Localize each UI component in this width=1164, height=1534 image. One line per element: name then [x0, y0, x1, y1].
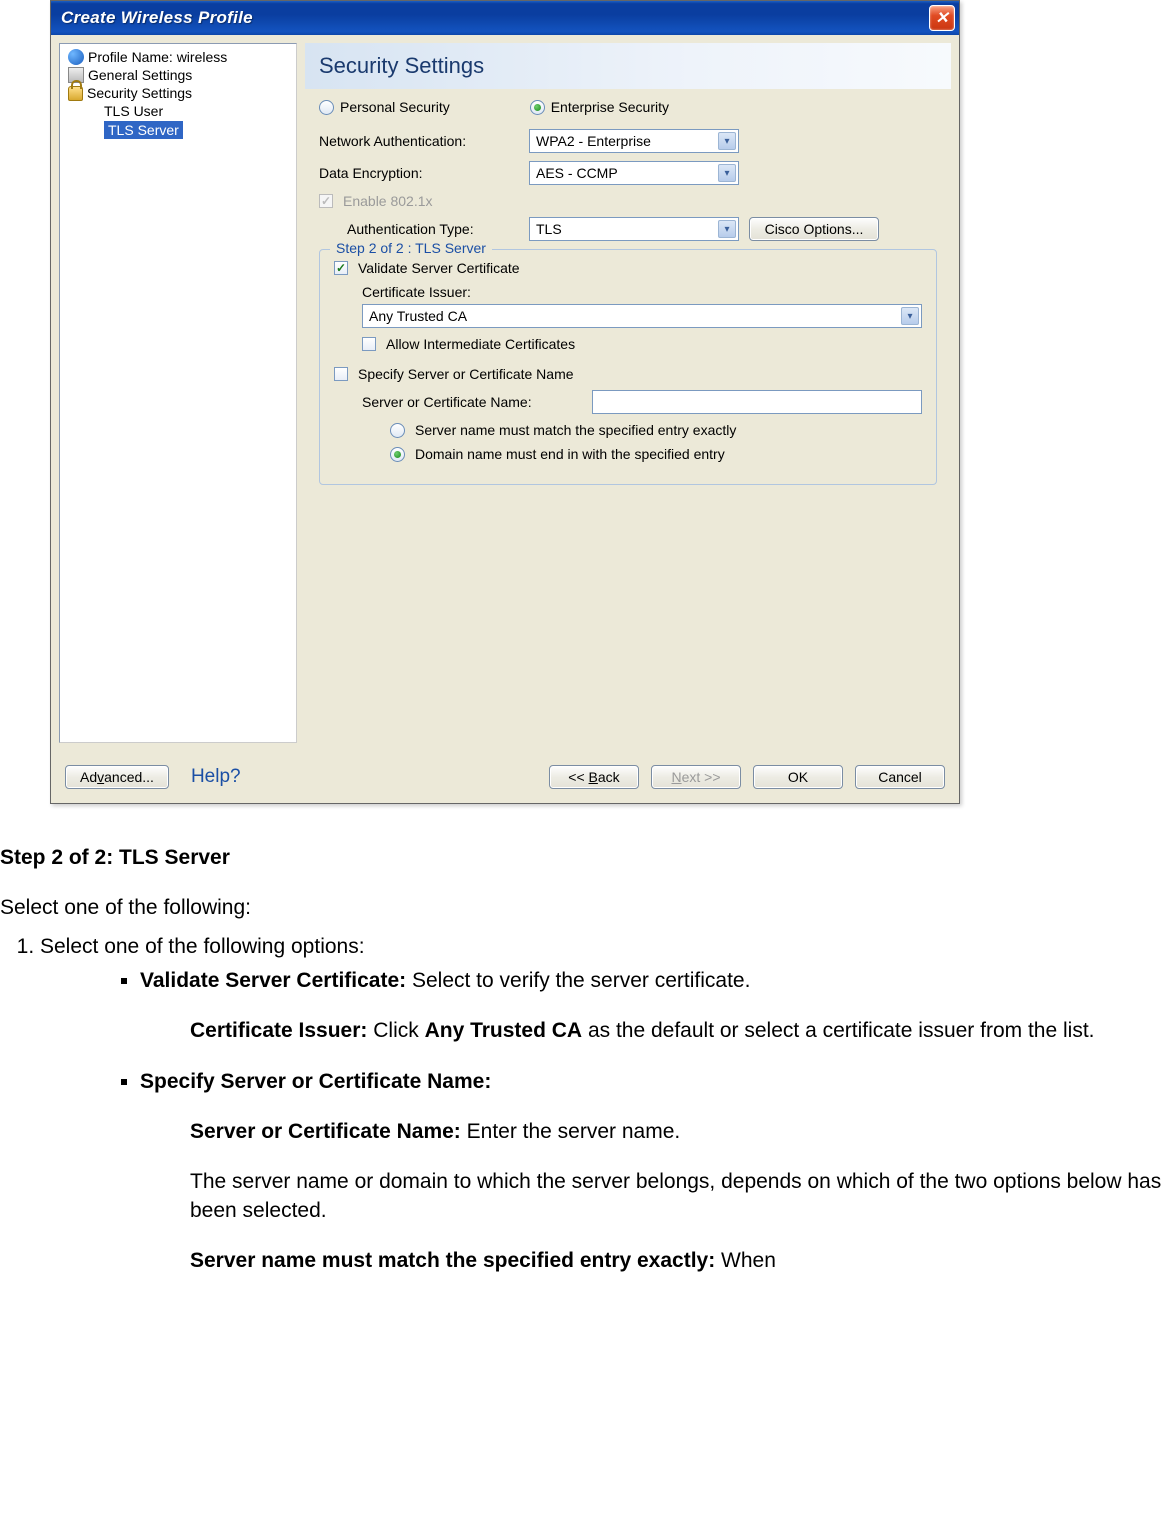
radio-enterprise-security[interactable]: Enterprise Security: [530, 99, 669, 115]
auth-type-select[interactable]: TLS ▾: [529, 217, 739, 241]
doc-text: When: [715, 1249, 776, 1272]
list-item: Specify Server or Certificate Name: Serv…: [140, 1068, 1164, 1276]
allow-intermediate-checkbox[interactable]: [362, 337, 376, 351]
doc-bold: Certificate Issuer:: [190, 1019, 367, 1042]
doc-bold: Validate Server Certificate:: [140, 969, 406, 992]
tree-item-profile-name[interactable]: Profile Name: wireless: [64, 48, 292, 66]
content-pane: Security Settings Personal Security Ente…: [305, 43, 951, 743]
chevron-down-icon: ▾: [718, 220, 736, 238]
chevron-down-icon: ▾: [718, 132, 736, 150]
enable-8021x-checkbox: [319, 194, 333, 208]
radio-icon: [530, 100, 545, 115]
match-exact-label: Server name must match the specified ent…: [415, 422, 736, 438]
select-value: TLS: [536, 221, 562, 237]
fieldset-legend: Step 2 of 2 : TLS Server: [330, 240, 492, 256]
network-auth-select[interactable]: WPA2 - Enterprise ▾: [529, 129, 739, 153]
specify-name-checkbox[interactable]: [334, 367, 348, 381]
chevron-down-icon: ▾: [718, 164, 736, 182]
tree-item-security-settings[interactable]: Security Settings: [64, 84, 292, 102]
tree-label: Security Settings: [87, 85, 192, 101]
tree-item-general-settings[interactable]: General Settings: [64, 66, 292, 84]
doc-text: Click: [367, 1019, 424, 1042]
tree-label-selected: TLS Server: [104, 121, 183, 139]
navigation-tree: Profile Name: wireless General Settings …: [59, 43, 297, 743]
select-value: Any Trusted CA: [369, 308, 467, 324]
radio-label: Enterprise Security: [551, 99, 669, 115]
document-body: Step 2 of 2: TLS Server Select one of th…: [0, 844, 1164, 1275]
select-value: AES - CCMP: [536, 165, 618, 181]
list-item: Select one of the following options: Val…: [40, 933, 1164, 1276]
tree-item-tls-server[interactable]: TLS Server: [64, 120, 292, 140]
window-title: Create Wireless Profile: [61, 8, 929, 28]
validate-cert-checkbox[interactable]: [334, 261, 348, 275]
tree-label: General Settings: [88, 67, 192, 83]
doc-text: as the default or select a certificate i…: [582, 1019, 1094, 1042]
select-value: WPA2 - Enterprise: [536, 133, 651, 149]
doc-text: Select to verify the server certificate.: [406, 969, 750, 992]
validate-cert-label: Validate Server Certificate: [358, 260, 520, 276]
cisco-options-button[interactable]: Cisco Options...: [749, 217, 879, 241]
tree-label: Profile Name: wireless: [88, 49, 227, 65]
chevron-down-icon: ▾: [901, 307, 919, 325]
page-title: Security Settings: [305, 43, 951, 89]
doc-bold: Any Trusted CA: [425, 1019, 583, 1042]
tree-item-tls-user[interactable]: TLS User: [64, 102, 292, 120]
enable-8021x-label: Enable 802.1x: [343, 193, 433, 209]
close-icon[interactable]: ✕: [929, 5, 955, 31]
tls-server-fieldset: Step 2 of 2 : TLS Server Validate Server…: [319, 249, 937, 485]
wifi-icon: [68, 49, 84, 65]
title-bar: Create Wireless Profile ✕: [51, 1, 959, 35]
cert-issuer-select[interactable]: Any Trusted CA ▾: [362, 304, 922, 328]
network-auth-label: Network Authentication:: [319, 133, 519, 149]
doc-text: The server name or domain to which the s…: [190, 1170, 1161, 1221]
doc-bold: Specify Server or Certificate Name:: [140, 1070, 491, 1093]
doc-text: Select one of the following options:: [40, 935, 365, 958]
server-name-input[interactable]: [592, 390, 922, 414]
back-button[interactable]: << Back: [549, 765, 639, 789]
doc-intro: Select one of the following:: [0, 894, 1164, 922]
radio-match-domain[interactable]: [390, 447, 405, 462]
cancel-button[interactable]: Cancel: [855, 765, 945, 789]
list-item: Validate Server Certificate: Select to v…: [140, 967, 1164, 1046]
next-button: Next >>: [651, 765, 741, 789]
server-name-label: Server or Certificate Name:: [362, 394, 582, 410]
ok-button[interactable]: OK: [753, 765, 843, 789]
data-encryption-select[interactable]: AES - CCMP ▾: [529, 161, 739, 185]
doc-text: Enter the server name.: [461, 1120, 680, 1143]
doc-bold: Server name must match the specified ent…: [190, 1249, 715, 1272]
cert-issuer-label: Certificate Issuer:: [362, 284, 922, 300]
lock-icon: [68, 86, 83, 101]
dialog-button-bar: Advanced... Help? << Back Next >> OK Can…: [51, 751, 959, 803]
radio-match-exact[interactable]: [390, 423, 405, 438]
radio-icon: [319, 100, 334, 115]
match-domain-label: Domain name must end in with the specifi…: [415, 446, 725, 462]
auth-type-label: Authentication Type:: [347, 221, 519, 237]
doc-bold: Server or Certificate Name:: [190, 1120, 461, 1143]
advanced-button[interactable]: Advanced...: [65, 765, 169, 789]
tree-label: TLS User: [104, 103, 163, 119]
radio-personal-security[interactable]: Personal Security: [319, 99, 450, 115]
allow-intermediate-label: Allow Intermediate Certificates: [386, 336, 575, 352]
specify-name-label: Specify Server or Certificate Name: [358, 366, 574, 382]
radio-label: Personal Security: [340, 99, 450, 115]
data-encryption-label: Data Encryption:: [319, 165, 519, 181]
dialog-window: Create Wireless Profile ✕ Profile Name: …: [50, 0, 960, 804]
help-link[interactable]: Help?: [191, 766, 241, 788]
doc-heading: Step 2 of 2: TLS Server: [0, 844, 1164, 872]
